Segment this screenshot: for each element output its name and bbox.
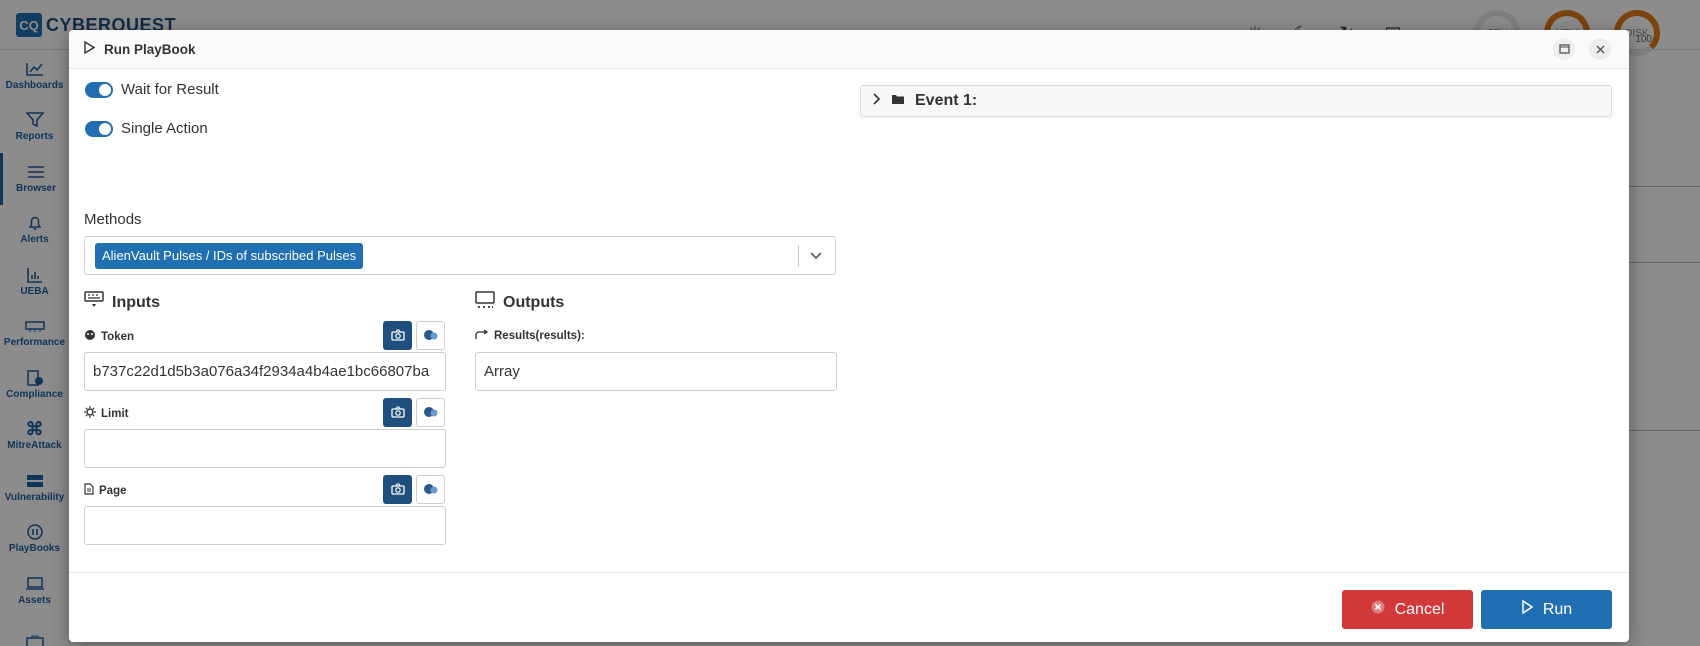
camera-icon	[390, 405, 405, 421]
chevron-right-icon	[873, 92, 881, 110]
single-action-toggle[interactable]: Single Action	[85, 120, 208, 137]
results-output[interactable]: Array	[475, 352, 837, 391]
play-icon	[1521, 599, 1534, 619]
maximize-button[interactable]	[1553, 38, 1575, 60]
limit-label-text: Limit	[101, 407, 129, 420]
toggle-icon	[423, 405, 439, 421]
modal-body: Wait for Result Single Action Methods Al…	[69, 69, 1629, 572]
results-label-text: Results(results):	[494, 330, 585, 342]
page-label-text: Page	[99, 484, 127, 497]
file-icon	[84, 483, 94, 498]
cancel-label: Cancel	[1394, 600, 1445, 618]
outputs-section-title: Outputs	[475, 291, 564, 314]
camera-icon	[390, 328, 405, 344]
mask-icon	[84, 329, 96, 344]
page-input[interactable]	[84, 506, 446, 545]
cancel-circle-icon	[1371, 600, 1385, 619]
results-label: Results(results):	[475, 329, 585, 343]
monitor-icon	[475, 291, 495, 314]
select-separator	[798, 245, 799, 267]
limit-input[interactable]	[84, 429, 446, 468]
toggle-label: Single Action	[121, 120, 208, 137]
toggle-switch[interactable]	[85, 120, 113, 137]
modal-title: Run PlayBook	[104, 41, 196, 57]
methods-select[interactable]: AlienVault Pulses / IDs of subscribed Pu…	[84, 236, 836, 275]
limit-label: Limit	[84, 406, 128, 421]
modal-header: Run PlayBook	[69, 30, 1629, 69]
token-label-text: Token	[101, 330, 135, 343]
chevron-down-icon[interactable]	[805, 245, 827, 267]
token-toggle-button[interactable]	[416, 321, 445, 350]
method-chip[interactable]: AlienVault Pulses / IDs of subscribed Pu…	[95, 243, 364, 269]
inputs-section-title: Inputs	[84, 291, 160, 314]
keyboard-icon	[84, 291, 104, 314]
cancel-button[interactable]: Cancel	[1342, 590, 1473, 629]
close-icon	[1596, 42, 1605, 57]
gear-icon	[84, 406, 96, 421]
share-arrow-icon	[475, 329, 489, 343]
folder-icon	[891, 92, 905, 110]
close-button[interactable]	[1589, 38, 1611, 60]
play-icon	[83, 40, 96, 57]
run-button[interactable]: Run	[1481, 590, 1612, 629]
modal-footer: Cancel Run	[69, 572, 1629, 642]
page-label: Page	[84, 483, 127, 498]
limit-capture-button[interactable]	[383, 398, 412, 427]
page-capture-button[interactable]	[383, 475, 412, 504]
token-input[interactable]: b737c22d1d5b3a076a34f2934a4b4ae1bc66807b…	[84, 352, 446, 391]
run-playbook-modal: Run PlayBook Wait for Result Single Acti…	[69, 30, 1629, 642]
limit-toggle-button[interactable]	[416, 398, 445, 427]
wait-for-result-toggle[interactable]: Wait for Result	[85, 81, 219, 98]
event-panel[interactable]: Event 1:	[860, 85, 1612, 117]
inputs-title: Inputs	[112, 293, 160, 311]
methods-label: Methods	[84, 211, 142, 228]
event-label: Event 1:	[915, 92, 978, 109]
outputs-title: Outputs	[503, 293, 565, 311]
token-label: Token	[84, 329, 134, 344]
toggle-switch[interactable]	[85, 81, 113, 98]
page-toggle-button[interactable]	[416, 475, 445, 504]
toggle-label: Wait for Result	[121, 81, 219, 98]
token-capture-button[interactable]	[383, 321, 412, 350]
camera-icon	[390, 482, 405, 498]
maximize-icon	[1558, 42, 1570, 57]
toggle-icon	[423, 482, 439, 498]
run-label: Run	[1542, 600, 1573, 618]
toggle-icon	[423, 328, 439, 344]
